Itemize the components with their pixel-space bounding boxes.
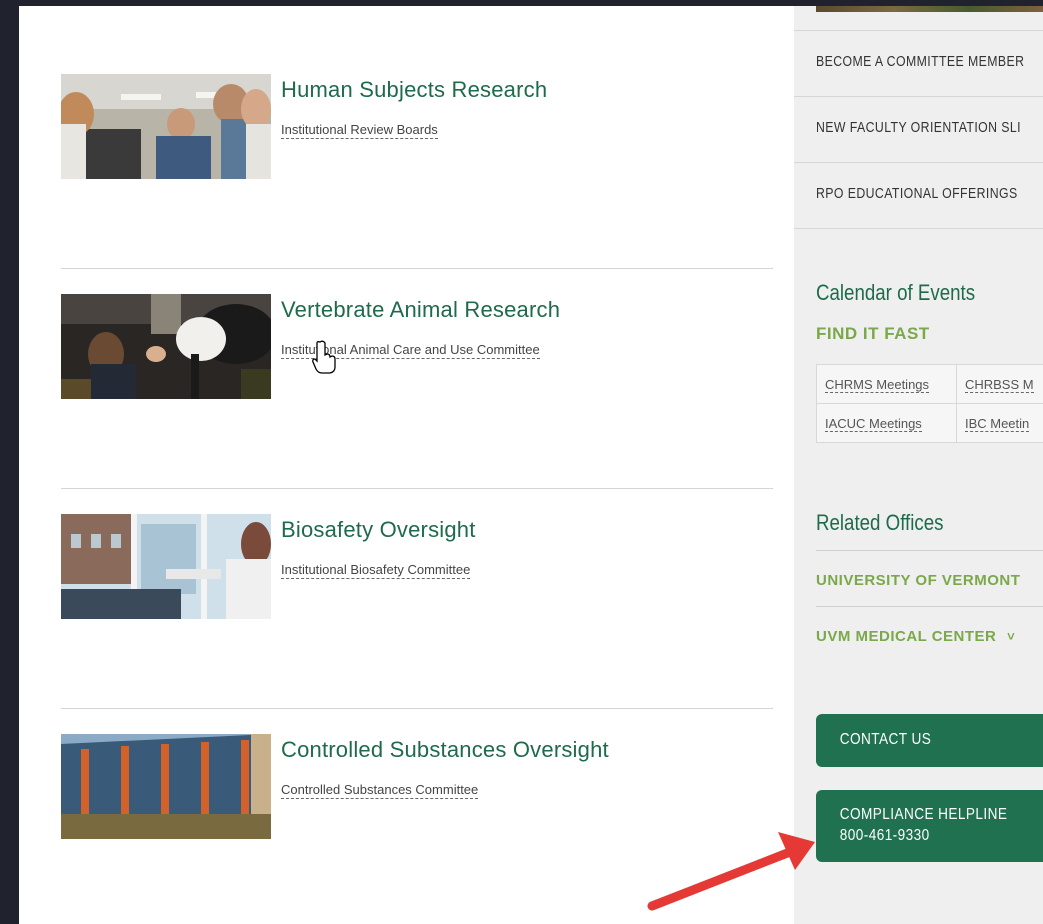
contact-us-label: CONTACT US — [839, 731, 932, 748]
chevron-down-icon[interactable]: ˅ — [1007, 629, 1015, 644]
related-office-label: UVM MEDICAL CENTER — [816, 628, 997, 645]
research-card-vertebrate-animal: Vertebrate Animal Research Institutional… — [61, 294, 773, 404]
main-content: Human Subjects Research Institutional Re… — [19, 6, 794, 924]
card-title[interactable]: Biosafety Oversight — [281, 517, 476, 543]
page: Human Subjects Research Institutional Re… — [19, 6, 1043, 924]
quick-link-chrms[interactable]: CHRMS Meetings — [816, 364, 957, 404]
helpline-label: COMPLIANCE HELPLINE — [839, 806, 1008, 823]
research-card-controlled-substances: Controlled Substances Oversight Controll… — [61, 734, 773, 844]
related-office-uvm-medical-center[interactable]: UVM MEDICAL CENTER ˅ — [816, 628, 1015, 645]
vertebrate-animal-photo[interactable] — [61, 294, 271, 399]
controlled-substances-photo[interactable] — [61, 734, 271, 839]
human-subjects-photo[interactable] — [61, 74, 271, 179]
divider — [61, 268, 773, 269]
compliance-helpline-button[interactable]: COMPLIANCE HELPLINE 800-461-9330 — [816, 790, 1043, 862]
card-link[interactable]: Institutional Biosafety Committee — [281, 562, 471, 579]
sidebar-item-become-committee-member[interactable]: BECOME A COMMITTEE MEMBER — [794, 30, 1043, 96]
quick-links-table: CHRMS Meetings CHRBSS M IACUC Meetings I… — [816, 364, 1043, 443]
research-card-biosafety: Biosafety Oversight Institutional Biosaf… — [61, 514, 773, 624]
divider — [61, 488, 773, 489]
related-offices-heading: Related Offices — [816, 510, 944, 535]
sidebar-item-new-faculty-orientation[interactable]: NEW FACULTY ORIENTATION SLI — [794, 96, 1043, 162]
divider — [61, 708, 773, 709]
research-card-human-subjects: Human Subjects Research Institutional Re… — [61, 74, 773, 184]
hand-cursor-icon — [312, 340, 336, 374]
card-link[interactable]: Controlled Substances Committee — [281, 782, 479, 799]
divider — [816, 550, 1043, 551]
sidebar: BECOME A COMMITTEE MEMBER NEW FACULTY OR… — [794, 6, 1043, 924]
card-link[interactable]: Institutional Review Boards — [281, 122, 438, 139]
quick-link-chrbss[interactable]: CHRBSS M — [955, 364, 1043, 404]
card-title[interactable]: Controlled Substances Oversight — [281, 737, 609, 763]
quick-link-ibc[interactable]: IBC Meetin — [955, 403, 1043, 443]
quick-link-iacuc[interactable]: IACUC Meetings — [816, 403, 957, 443]
card-title[interactable]: Human Subjects Research — [281, 77, 547, 103]
contact-us-button[interactable]: CONTACT US — [816, 714, 1043, 767]
calendar-heading: Calendar of Events — [816, 280, 976, 305]
sidebar-item-label: RPO EDUCATIONAL OFFERINGS — [816, 185, 1018, 202]
sidebar-item-label: NEW FACULTY ORIENTATION SLI — [816, 119, 1021, 136]
biosafety-photo[interactable] — [61, 514, 271, 619]
divider — [816, 606, 1043, 607]
find-it-fast-heading: FIND IT FAST — [816, 324, 930, 343]
card-title[interactable]: Vertebrate Animal Research — [281, 297, 560, 323]
helpline-number: 800-461-9330 — [839, 827, 930, 844]
sidebar-banner-image — [816, 6, 1043, 12]
related-office-uvm[interactable]: UNIVERSITY OF VERMONT — [816, 572, 1020, 589]
sidebar-item-rpo-educational-offerings[interactable]: RPO EDUCATIONAL OFFERINGS — [794, 162, 1043, 229]
sidebar-item-label: BECOME A COMMITTEE MEMBER — [816, 53, 1025, 70]
